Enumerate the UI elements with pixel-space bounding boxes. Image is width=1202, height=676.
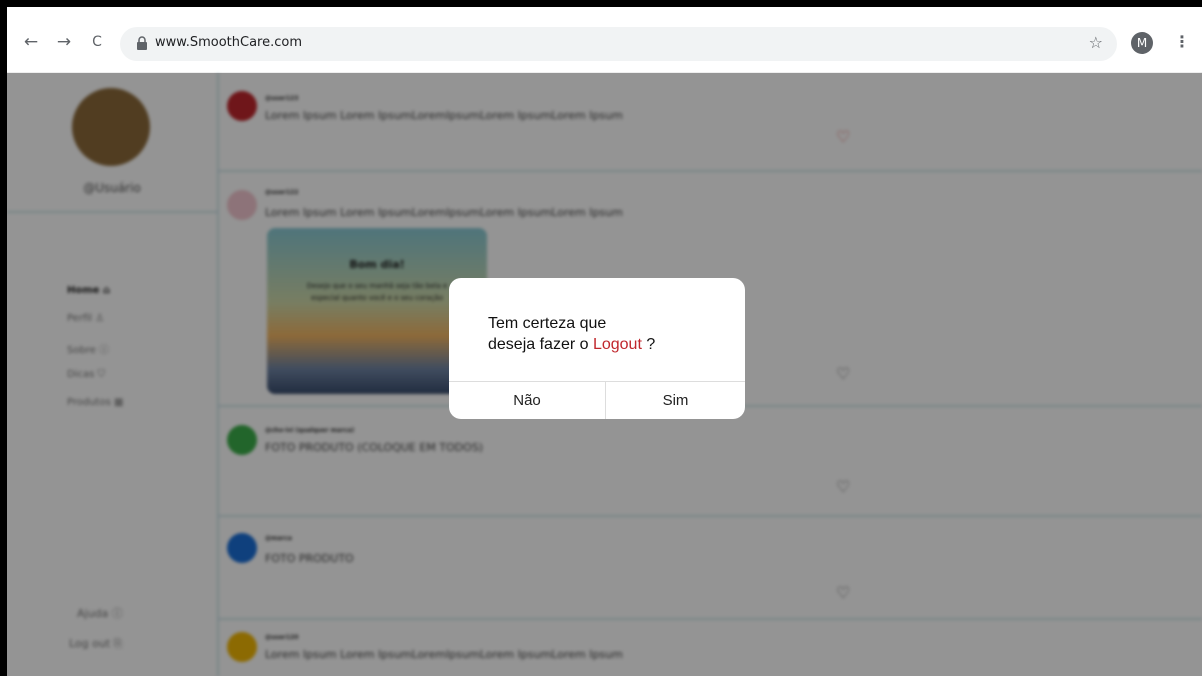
- confirm-button[interactable]: Sim: [606, 382, 745, 419]
- browser-window: ← → C www.SmoothCare.com ☆ M ⋮ @Usuário …: [7, 7, 1202, 676]
- star-icon[interactable]: ☆: [1089, 33, 1103, 52]
- browser-toolbar: ← → C www.SmoothCare.com ☆ M ⋮: [7, 7, 1202, 73]
- cancel-button[interactable]: Não: [449, 382, 605, 419]
- url-text[interactable]: www.SmoothCare.com: [155, 35, 302, 50]
- address-bar[interactable]: www.SmoothCare.com ☆: [120, 27, 1117, 61]
- forward-icon[interactable]: →: [53, 31, 75, 53]
- reload-icon[interactable]: C: [86, 31, 108, 53]
- lock-icon: [137, 36, 147, 50]
- menu-icon[interactable]: ⋮: [1174, 31, 1190, 53]
- logout-confirm-dialog: Tem certeza que deseja fazer o Logout ? …: [449, 278, 745, 419]
- dialog-message: Tem certeza que deseja fazer o Logout ?: [488, 315, 656, 353]
- profile-avatar-button[interactable]: M: [1131, 32, 1153, 54]
- back-icon[interactable]: ←: [20, 31, 42, 53]
- logout-highlight: Logout: [592, 336, 642, 353]
